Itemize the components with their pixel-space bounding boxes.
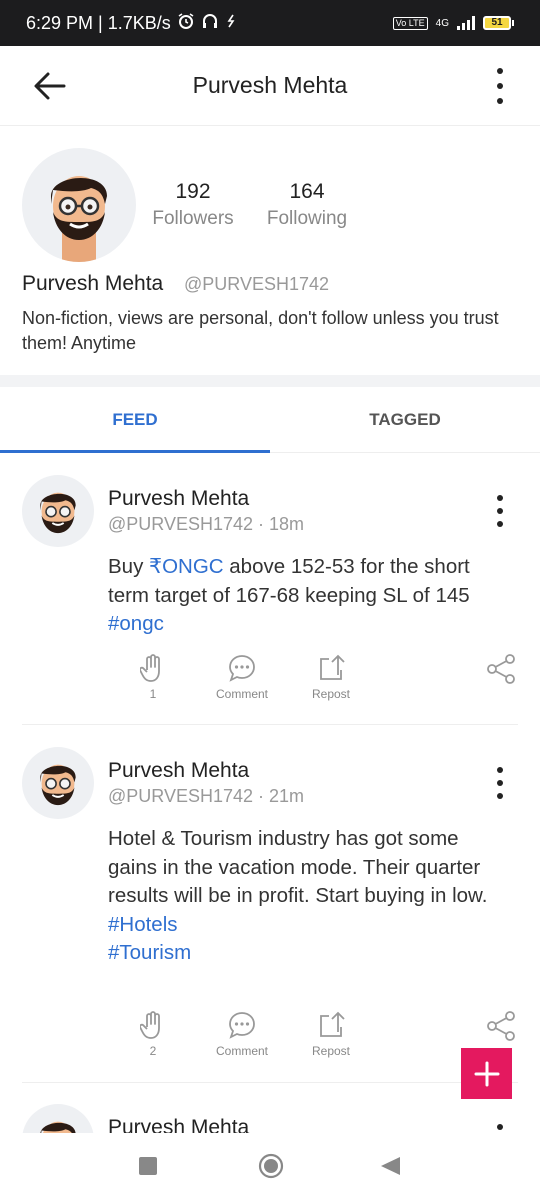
status-bar: 6:29 PM | 1.7KB/s Vo LTE 4G 51 bbox=[0, 0, 540, 46]
volte-icon: Vo LTE bbox=[392, 16, 428, 30]
battery-level: 51 bbox=[483, 16, 511, 30]
post-time: · 21m bbox=[258, 786, 305, 806]
comment-label: Comment bbox=[215, 687, 268, 701]
share-icon bbox=[487, 654, 515, 684]
page-title: Purvesh Mehta bbox=[192, 72, 348, 98]
repost-label: Repost bbox=[311, 1044, 351, 1058]
post-author-avatar[interactable] bbox=[22, 475, 94, 547]
following-label: Following bbox=[266, 208, 348, 229]
followers-label: Followers bbox=[152, 208, 234, 229]
like-count: 1 bbox=[149, 687, 157, 701]
share-button[interactable] bbox=[484, 653, 518, 685]
profile-tabs: FEED TAGGED bbox=[0, 387, 540, 453]
status-time-speed: 6:29 PM | 1.7KB/s bbox=[26, 12, 171, 33]
clap-hand-icon bbox=[140, 1011, 160, 1039]
tab-tagged[interactable]: TAGGED bbox=[270, 387, 540, 452]
like-count: 2 bbox=[149, 1044, 157, 1058]
share-button[interactable] bbox=[484, 1010, 518, 1042]
feed-post: Purvesh Mehta bbox=[0, 1082, 540, 1133]
post-content: Hotel & Tourism industry has got some ga… bbox=[108, 825, 508, 968]
following-stat[interactable]: 164 Following bbox=[262, 180, 352, 230]
repost-icon bbox=[320, 1011, 345, 1037]
followers-stat[interactable]: 192 Followers bbox=[148, 180, 238, 230]
post-text: Hotel & Tourism industry has got some ga… bbox=[108, 827, 488, 907]
followers-count: 192 bbox=[175, 180, 211, 203]
hashtag-link[interactable]: #Tourism bbox=[108, 941, 191, 964]
post-more-icon[interactable] bbox=[494, 495, 506, 527]
post-divider bbox=[22, 724, 518, 725]
post-author-avatar[interactable] bbox=[22, 747, 94, 819]
back-nav-icon[interactable] bbox=[381, 1157, 401, 1180]
signal-icon bbox=[457, 16, 475, 30]
post-text-prefix: Buy bbox=[108, 555, 150, 578]
comment-icon bbox=[229, 655, 255, 682]
plus-icon bbox=[474, 1061, 499, 1086]
post-content: Buy ₹ONGC above 152-53 for the short ter… bbox=[108, 553, 508, 639]
hashtag-link[interactable]: #Hotels bbox=[108, 913, 178, 936]
profile-handle: @PURVESH1742 bbox=[184, 274, 330, 294]
system-nav-bar bbox=[0, 1133, 540, 1200]
more-options-icon[interactable] bbox=[490, 68, 510, 104]
post-author-handle: @PURVESH1742 bbox=[108, 786, 254, 806]
post-author-name[interactable]: Purvesh Mehta bbox=[108, 759, 249, 783]
hashtag-link[interactable]: #ongc bbox=[108, 612, 164, 635]
stock-link[interactable]: ₹ONGC bbox=[149, 555, 224, 578]
post-meta: @PURVESH1742 · 18m bbox=[108, 514, 304, 535]
comment-button[interactable]: Comment bbox=[208, 653, 276, 701]
repost-button[interactable]: Repost bbox=[304, 1010, 358, 1058]
headphones-icon bbox=[201, 12, 219, 35]
post-meta: @PURVESH1742 · 21m bbox=[108, 786, 304, 807]
back-arrow-icon[interactable] bbox=[30, 68, 70, 104]
section-divider bbox=[0, 375, 540, 387]
repost-icon bbox=[320, 654, 345, 680]
alarm-icon bbox=[177, 12, 195, 35]
comment-icon bbox=[229, 1012, 255, 1039]
profile-bio: Non-fiction, views are personal, don't f… bbox=[22, 308, 499, 353]
following-count: 164 bbox=[289, 180, 325, 203]
post-author-name[interactable]: Purvesh Mehta bbox=[108, 1116, 249, 1133]
app-header: Purvesh Mehta bbox=[0, 46, 540, 126]
post-more-icon[interactable] bbox=[494, 767, 506, 799]
repost-button[interactable]: Repost bbox=[304, 653, 358, 701]
tab-feed[interactable]: FEED bbox=[0, 387, 270, 453]
post-time: · 18m bbox=[258, 514, 305, 534]
battery-icon: 51 bbox=[483, 16, 514, 30]
post-author-name[interactable]: Purvesh Mehta bbox=[108, 487, 249, 511]
repost-label: Repost bbox=[311, 687, 351, 701]
network-type: 4G bbox=[435, 17, 449, 29]
comment-label: Comment bbox=[215, 1044, 268, 1058]
profile-name: Purvesh Mehta bbox=[22, 272, 164, 295]
post-actions: 1 Comment Repost bbox=[108, 653, 528, 703]
recents-icon[interactable] bbox=[139, 1157, 157, 1180]
like-button[interactable]: 2 bbox=[128, 1010, 178, 1058]
like-button[interactable]: 1 bbox=[128, 653, 178, 701]
create-post-button[interactable] bbox=[461, 1048, 512, 1099]
comment-button[interactable]: Comment bbox=[208, 1010, 276, 1058]
post-author-avatar[interactable] bbox=[22, 1104, 94, 1133]
post-more-icon[interactable] bbox=[494, 1124, 506, 1133]
sync-icon bbox=[225, 13, 237, 34]
post-author-handle: @PURVESH1742 bbox=[108, 514, 254, 534]
share-icon bbox=[487, 1011, 515, 1041]
clap-hand-icon bbox=[140, 654, 160, 682]
profile-avatar[interactable] bbox=[22, 148, 136, 262]
home-icon[interactable] bbox=[258, 1153, 284, 1184]
